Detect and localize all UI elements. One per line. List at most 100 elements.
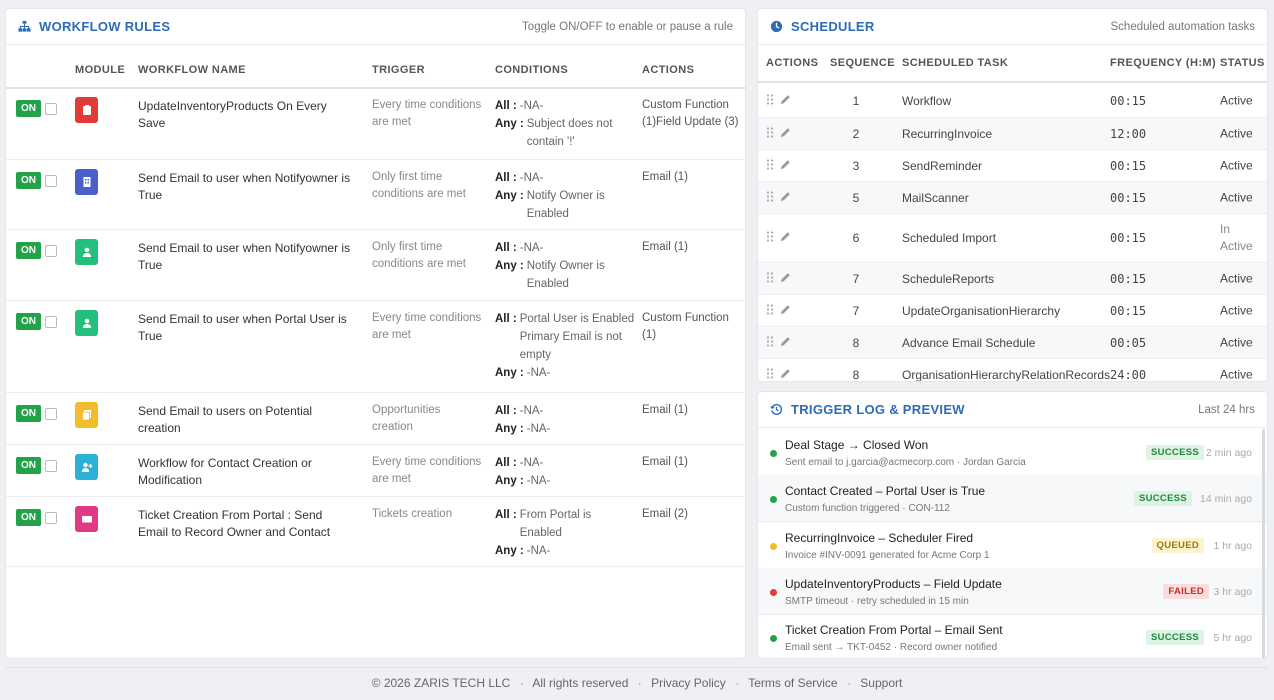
frequency-value: 24:00: [1110, 367, 1147, 382]
workflow-name[interactable]: Send Email to user when Portal User is T…: [138, 311, 353, 345]
edit-pencil-icon[interactable]: [780, 191, 791, 205]
status-dot: [770, 450, 777, 457]
terms-of-service-link[interactable]: Terms of Service: [748, 676, 837, 690]
footer: © 2026 ZARIS TECH LLC · All rights reser…: [0, 676, 1274, 690]
workflow-row[interactable]: ON Ticket Creation From Portal : Send Ema…: [6, 497, 745, 567]
log-entry[interactable]: RecurringInvoice – Scheduler Fired Invoic…: [758, 522, 1267, 569]
log-entry[interactable]: Deal Stage → Closed Won Sent email to j.g…: [758, 429, 1267, 476]
on-toggle-badge[interactable]: ON: [16, 100, 41, 117]
log-entry[interactable]: Contact Created – Portal User is True Cus…: [758, 475, 1267, 522]
rule-toggle[interactable]: ON: [16, 457, 57, 474]
workflow-actions: Email (1): [642, 241, 689, 253]
log-title-wrap: TRIGGER LOG & PREVIEW: [770, 402, 965, 417]
condition-any: Any : Notify Owner is Enabled: [495, 257, 635, 293]
footer-separator: ·: [519, 676, 524, 690]
all-value: Portal User is Enabled Primary Email is …: [519, 313, 635, 361]
any-label: Any :: [495, 545, 524, 557]
on-toggle-badge[interactable]: ON: [16, 313, 41, 330]
edit-pencil-icon[interactable]: [780, 94, 791, 108]
drag-handle-icon[interactable]: [766, 126, 774, 141]
scheduler-subtitle: Scheduled automation tasks: [1110, 20, 1255, 33]
workflow-row[interactable]: ON Send Email to user when Notifyowner is…: [6, 160, 745, 230]
footer-separator: ·: [637, 676, 642, 690]
edit-pencil-icon[interactable]: [780, 159, 791, 173]
rule-toggle[interactable]: ON: [16, 242, 57, 259]
drag-handle-icon[interactable]: [766, 93, 774, 108]
workflow-row[interactable]: ON Send Email to user when Portal User is…: [6, 301, 745, 393]
drag-handle-icon[interactable]: [766, 231, 774, 246]
drag-handle-icon[interactable]: [766, 303, 774, 318]
on-toggle-badge[interactable]: ON: [16, 242, 41, 259]
on-toggle-badge[interactable]: ON: [16, 457, 41, 474]
edit-pencil-icon[interactable]: [780, 127, 791, 141]
drag-handle-icon[interactable]: [766, 335, 774, 350]
status-text: In Active: [1220, 222, 1253, 253]
drag-handle-icon[interactable]: [766, 158, 774, 173]
drag-handle-icon[interactable]: [766, 367, 774, 381]
workflow-name[interactable]: Send Email to user when Notifyowner is T…: [138, 240, 353, 274]
workflow-rules-panel: WORKFLOW RULES Toggle ON/OFF to enable o…: [5, 8, 746, 659]
rule-toggle[interactable]: ON: [16, 313, 57, 330]
workflow-row[interactable]: ON Workflow for Contact Creation or Modif…: [6, 445, 745, 497]
log-entry[interactable]: Ticket Creation From Portal – Email Sent…: [758, 614, 1267, 658]
workflow-conditions: All : -NA- Any : Notify Owner is Enabled: [495, 169, 635, 223]
condition-any: Any : -NA-: [495, 420, 635, 438]
module-icon: [75, 506, 98, 532]
workflow-name[interactable]: Workflow for Contact Creation or Modific…: [138, 455, 353, 489]
log-entry-time: 3 hr ago: [1213, 586, 1252, 598]
user-icon: [81, 246, 93, 258]
scheduled-task-name: ScheduleReports: [902, 271, 995, 286]
log-scrollbar[interactable]: [1262, 429, 1265, 658]
condition-all: All : -NA-: [495, 97, 635, 115]
status-text: Active: [1220, 158, 1253, 172]
condition-any: Any : Subject does not contain '!': [495, 115, 635, 151]
all-label: All :: [495, 242, 517, 254]
rule-checkbox[interactable]: [45, 174, 57, 187]
rule-toggle[interactable]: ON: [16, 172, 57, 189]
drag-handle-icon[interactable]: [766, 190, 774, 205]
col-status: STATUS: [1220, 57, 1265, 69]
support-link[interactable]: Support: [860, 676, 902, 690]
rule-checkbox[interactable]: [45, 459, 57, 472]
rule-checkbox[interactable]: [45, 315, 57, 328]
status-badge: SUCCESS: [1145, 445, 1204, 460]
workflow-actions: Custom Function (1): [642, 312, 729, 341]
workflow-name[interactable]: Send Email to user when Notifyowner is T…: [138, 170, 353, 204]
privacy-policy-link[interactable]: Privacy Policy: [651, 676, 726, 690]
on-toggle-badge[interactable]: ON: [16, 405, 41, 422]
on-toggle-badge[interactable]: ON: [16, 172, 41, 189]
any-label: Any :: [495, 118, 524, 130]
workflow-name[interactable]: Send Email to users on Potential creatio…: [138, 403, 353, 437]
workflow-name[interactable]: Ticket Creation From Portal : Send Email…: [138, 507, 353, 541]
col-frequency: FREQUENCY (H:M): [1110, 57, 1217, 69]
status-text: Active: [1220, 271, 1253, 285]
rule-toggle[interactable]: ON: [16, 405, 57, 422]
user-plus-icon: [81, 461, 93, 473]
all-label: All :: [495, 509, 517, 521]
workflow-row[interactable]: ON UpdateInventoryProducts On Every Save E…: [6, 88, 745, 160]
status-badge: SUCCESS: [1145, 630, 1204, 645]
frequency-value: 00:15: [1110, 190, 1147, 205]
rule-checkbox[interactable]: [45, 244, 57, 257]
clipboard-icon: [81, 104, 93, 116]
rule-toggle[interactable]: ON: [16, 100, 57, 117]
edit-pencil-icon[interactable]: [780, 231, 791, 245]
edit-pencil-icon[interactable]: [780, 368, 791, 382]
rule-checkbox[interactable]: [45, 102, 57, 115]
workflow-row[interactable]: ON Send Email to user when Notifyowner is…: [6, 230, 745, 301]
footer-copyright: © 2026 ZARIS TECH LLC: [371, 676, 511, 690]
edit-pencil-icon[interactable]: [780, 272, 791, 286]
workflow-name[interactable]: UpdateInventoryProducts On Every Save: [138, 98, 353, 132]
log-entry-detail: SMTP timeout · retry scheduled in 15 min: [785, 596, 969, 607]
rule-toggle[interactable]: ON: [16, 509, 57, 526]
log-entry[interactable]: UpdateInventoryProducts – Field Update SM…: [758, 568, 1267, 615]
rule-checkbox[interactable]: [45, 511, 57, 524]
edit-pencil-icon[interactable]: [780, 304, 791, 318]
status-dot: [770, 543, 777, 550]
edit-pencil-icon[interactable]: [780, 336, 791, 350]
any-label: Any :: [495, 260, 524, 272]
on-toggle-badge[interactable]: ON: [16, 509, 41, 526]
drag-handle-icon[interactable]: [766, 271, 774, 286]
workflow-row[interactable]: ON Send Email to users on Potential creat…: [6, 393, 745, 445]
rule-checkbox[interactable]: [45, 407, 57, 420]
